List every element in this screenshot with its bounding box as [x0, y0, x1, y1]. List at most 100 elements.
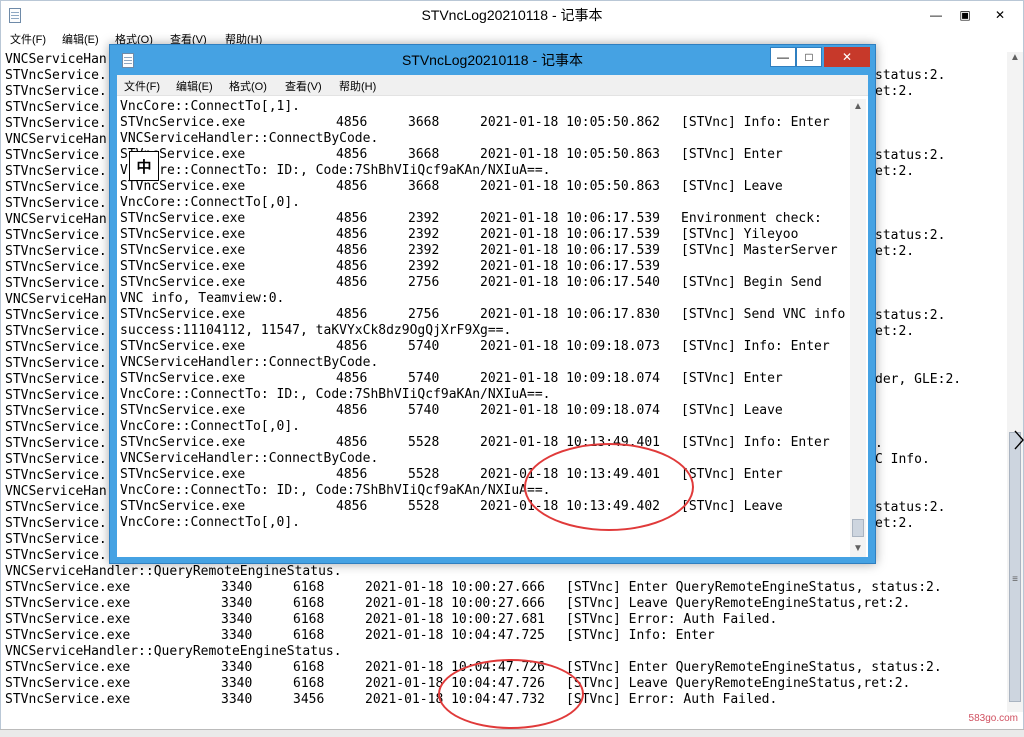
- log-field-pid: 4856: [336, 307, 368, 322]
- log-field-dt: 2021-01-18 10:00:27.681: [365, 612, 546, 627]
- menu-file[interactable]: 文件(F): [10, 31, 46, 47]
- log-field-pid: 4856: [336, 243, 368, 258]
- log-field-pid: 3340: [221, 660, 253, 675]
- log-field-t: VNCServiceHan: [5, 484, 107, 499]
- vertical-scrollbar[interactable]: ▲ ▼: [850, 99, 866, 557]
- log-field-dt: 2021-01-18 10:06:17.539: [480, 243, 661, 258]
- log-line: VNCServiceHandler::ConnectByCode.: [120, 451, 845, 467]
- log-line: VNC info, Teamview:0.: [120, 291, 845, 307]
- scroll-up-arrow-icon[interactable]: ▲: [1007, 52, 1023, 63]
- log-field-t: STVncService.: [5, 180, 107, 195]
- log-field-r: et:2.: [875, 324, 915, 339]
- log-field-t: STVncService.: [5, 452, 107, 467]
- log-field-msg: [STVnc] Error: Auth Failed.: [566, 692, 778, 707]
- log-field-tid: 6168: [293, 596, 325, 611]
- log-field-t: STVncService.: [5, 148, 107, 163]
- log-field-tid: 6168: [293, 612, 325, 627]
- scroll-thumb[interactable]: [852, 519, 864, 537]
- log-field-r: .: [875, 436, 883, 451]
- title-bar[interactable]: STVncLog20210118 - 记事本 — □ ✕: [110, 45, 875, 75]
- log-field-pid: 4856: [336, 275, 368, 290]
- log-field-tid: 3668: [408, 147, 440, 162]
- minimize-button[interactable]: —: [921, 5, 951, 25]
- log-field-tid: 2756: [408, 307, 440, 322]
- log-field-pid: 3340: [221, 628, 253, 643]
- annotation-circle: [524, 443, 694, 531]
- menu-help[interactable]: 帮助(H): [339, 78, 376, 94]
- log-field-msg: Environment check:: [681, 211, 822, 226]
- log-field-t: STVncService.: [5, 276, 107, 291]
- window-title: STVncLog20210118 - 记事本: [421, 7, 603, 23]
- menu-edit[interactable]: 编辑(E): [176, 78, 213, 94]
- log-field-pid: 3340: [221, 596, 253, 611]
- minimize-button[interactable]: —: [770, 47, 796, 67]
- foreground-notepad-window[interactable]: STVncLog20210118 - 记事本 — □ ✕ 文件(F) 编辑(E)…: [109, 44, 876, 564]
- log-field-t: STVncService.: [5, 500, 107, 515]
- log-line: STVncService.exe 3340 6168 2021-01-18 10:04…: [5, 628, 1005, 644]
- log-line: VncCore::ConnectTo[,0].: [120, 419, 845, 435]
- log-field-pid: 4856: [336, 499, 368, 514]
- close-button[interactable]: ✕: [824, 47, 870, 67]
- text-area[interactable]: VncCore::ConnectTo[,1]. STVncService.exe 4…: [120, 99, 845, 544]
- log-field-msg: [STVnc] Info: Enter: [566, 628, 715, 643]
- log-field-msg: [STVnc] Yileyoo: [681, 227, 799, 242]
- log-field-t: VncCore::ConnectTo[,0].: [120, 419, 301, 434]
- log-field-pid: 4856: [336, 371, 368, 386]
- scroll-down-arrow-icon[interactable]: ▼: [850, 543, 866, 554]
- log-field-msg: [STVnc] Send VNC info: [681, 307, 845, 322]
- menu-edit[interactable]: 编辑(E): [62, 31, 99, 47]
- maximize-button[interactable]: □: [796, 47, 822, 67]
- log-field-t: STVncService.exe: [5, 612, 131, 627]
- log-line: STVncService.exe 4856 5528 2021-01-18 10:13…: [120, 499, 845, 515]
- log-field-msg: [STVnc] Leave QueryRemoteEngineStatus,re…: [566, 676, 911, 691]
- close-button[interactable]: ✕: [979, 5, 1021, 25]
- log-field-t: STVncService.: [5, 164, 107, 179]
- title-bar[interactable]: STVncLog20210118 - 记事本 — ▣ ✕: [1, 1, 1023, 30]
- log-field-t: STVncService.: [5, 100, 107, 115]
- log-field-t: STVncService.: [5, 196, 107, 211]
- log-field-t: STVncService.exe: [120, 179, 246, 194]
- log-field-msg: [STVnc] Error: Auth Failed.: [566, 612, 778, 627]
- log-field-tid: 2392: [408, 227, 440, 242]
- menu-view[interactable]: 查看(V): [285, 78, 322, 94]
- caption-buttons: — ▣ ✕: [921, 5, 1021, 25]
- log-field-t: VNCServiceHan: [5, 52, 107, 67]
- log-field-tid: 3668: [408, 179, 440, 194]
- log-field-msg: [STVnc] Leave: [681, 179, 783, 194]
- ime-indicator: 中: [129, 151, 159, 181]
- log-field-t: STVncService.: [5, 356, 107, 371]
- log-field-msg: [STVnc] Leave: [681, 403, 783, 418]
- log-line: STVncService.exe 4856 3668 2021-01-18 10:05…: [120, 179, 845, 195]
- log-field-t: STVncService.: [5, 420, 107, 435]
- log-line: VncCore::ConnectTo: ID:, Code:7ShBhVIiQc…: [120, 387, 845, 403]
- log-line: VNCServiceHandler::QueryRemoteEngineStat…: [5, 564, 1005, 580]
- maximize-button[interactable]: ▣: [951, 5, 979, 25]
- log-field-pid: 4856: [336, 259, 368, 274]
- log-line: VncCore::ConnectTo[,0].: [120, 515, 845, 531]
- log-line: VncCore::ConnectTo: ID:, Code:7ShBhVIiQc…: [120, 163, 845, 179]
- log-field-pid: 3340: [221, 676, 253, 691]
- log-field-t: STVncService.: [5, 388, 107, 403]
- scroll-thumb[interactable]: [1009, 432, 1021, 702]
- menu-format[interactable]: 格式(O): [229, 78, 267, 94]
- log-field-dt: 2021-01-18 10:09:18.073: [480, 339, 661, 354]
- log-line: STVncService.exe 4856 2756 2021-01-18 10:06…: [120, 275, 845, 291]
- log-line: VncCore::ConnectTo: ID:, Code:7ShBhVIiQc…: [120, 483, 845, 499]
- log-field-t: STVncService.exe: [120, 115, 246, 130]
- log-field-msg: [STVnc] Enter: [681, 147, 783, 162]
- log-field-r: status:2.: [875, 68, 946, 83]
- log-field-r: et:2.: [875, 84, 915, 99]
- log-field-t: STVncService.: [5, 308, 107, 323]
- log-field-tid: 5740: [408, 371, 440, 386]
- log-field-dt: 2021-01-18 10:06:17.540: [480, 275, 661, 290]
- scroll-up-arrow-icon[interactable]: ▲: [850, 101, 866, 112]
- log-field-t: STVncService.exe: [120, 435, 246, 450]
- log-field-t: STVncService.exe: [120, 339, 246, 354]
- log-field-pid: 4856: [336, 403, 368, 418]
- log-field-tid: 6168: [293, 676, 325, 691]
- log-field-t: STVncService.exe: [120, 259, 246, 274]
- menu-file[interactable]: 文件(F): [124, 78, 160, 94]
- log-field-r: et:2.: [875, 516, 915, 531]
- log-field-t: VNCServiceHandler::QueryRemoteEngineStat…: [5, 644, 342, 659]
- vertical-scrollbar[interactable]: ▲ ≡: [1007, 52, 1023, 712]
